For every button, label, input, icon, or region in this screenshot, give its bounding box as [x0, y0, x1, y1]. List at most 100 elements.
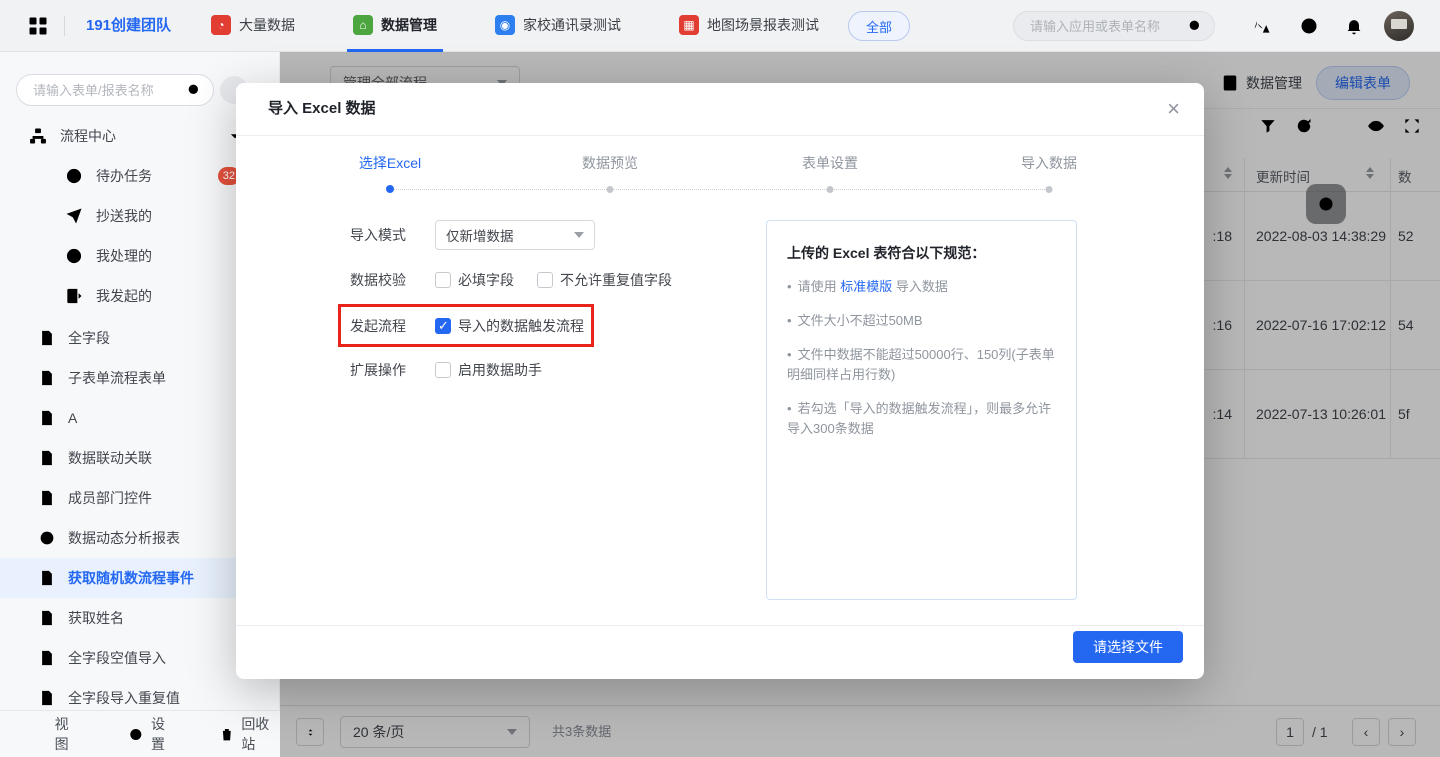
item-label: 全字段 [68, 328, 110, 348]
footer-label: 视图 [55, 714, 81, 754]
footer-label: 设置 [151, 714, 177, 754]
tab-label: 大量数据 [239, 15, 295, 35]
checkbox-unchecked[interactable] [537, 272, 553, 288]
file-icon [38, 649, 56, 667]
item-label: 全字段导入重复值 [68, 688, 180, 708]
step-form-settings[interactable]: 表单设置 [802, 153, 858, 173]
step-dot [827, 186, 834, 193]
spec-item: •请使用 标准模版 导入数据 [787, 277, 1056, 297]
item-label: 待办任务 [96, 166, 152, 186]
tab-map-report-test[interactable]: ▦ 地图场景报表测试 [673, 0, 825, 52]
field-import-mode: 导入模式 仅新增数据 [236, 220, 766, 250]
chevron-down-icon [574, 232, 584, 238]
import-mode-select[interactable]: 仅新增数据 [435, 220, 595, 250]
step-dot [1046, 186, 1053, 193]
checkbox-label: 启用数据助手 [458, 360, 542, 380]
clock-icon [64, 166, 84, 186]
all-apps-button[interactable]: 全部 [848, 11, 910, 41]
tab-label: 数据管理 [381, 15, 437, 35]
step-import-data[interactable]: 导入数据 [1021, 153, 1077, 173]
sidebar-footer: 视图 设置 回收站 [0, 710, 280, 757]
send-icon [64, 286, 84, 306]
checkbox-unchecked[interactable] [435, 362, 451, 378]
target-icon [38, 529, 56, 547]
step-select-excel[interactable]: 选择Excel [359, 153, 421, 173]
bell-icon[interactable] [1344, 16, 1364, 36]
spec-item: •若勾选「导入的数据触发流程」，则最多允许导入300条数据 [787, 399, 1056, 439]
divider [64, 16, 65, 36]
checkbox-unchecked[interactable] [435, 272, 451, 288]
data-assistant-checkbox[interactable]: 启用数据助手 [435, 360, 542, 380]
footer-label: 回收站 [241, 714, 280, 754]
checkbox-label: 必填字段 [458, 270, 514, 290]
field-label: 扩展操作 [350, 360, 406, 380]
app-icon: ◔ [211, 15, 231, 35]
item-label: 全字段空值导入 [68, 648, 166, 668]
tab-label: 地图场景报表测试 [707, 15, 819, 35]
file-icon [38, 569, 56, 587]
tab-label: 家校通讯录测试 [523, 15, 621, 35]
help-icon[interactable] [1299, 16, 1319, 36]
step-dot [386, 185, 394, 193]
check-circle-icon [64, 246, 84, 266]
divider [236, 625, 1204, 626]
item-label: 获取随机数流程事件 [68, 568, 194, 588]
checkbox-label: 导入的数据触发流程 [458, 316, 584, 336]
spec-item: •文件中数据不能超过50000行、150列(子表单明细同样占用行数) [787, 345, 1056, 385]
views-button[interactable]: 视图 [32, 714, 80, 754]
application-window: 191创建团队 ◔ 大量数据 ⌂ 数据管理 ◉ 家校通讯录测试 ▦ 地图场景报表… [0, 0, 1440, 757]
field-extension: 扩展操作 启用数据助手 [236, 355, 766, 385]
item-label: 我发起的 [96, 286, 152, 306]
file-icon [38, 489, 56, 507]
app-search [1013, 11, 1215, 41]
field-label: 导入模式 [350, 225, 406, 245]
item-label: 数据动态分析报表 [68, 528, 180, 548]
item-label: A [68, 410, 77, 426]
trash-icon [219, 726, 235, 743]
team-name[interactable]: 191创建团队 [86, 0, 171, 52]
app-grid-icon[interactable] [26, 14, 50, 38]
avatar[interactable] [1384, 11, 1414, 41]
recycle-bin-button[interactable]: 回收站 [219, 714, 280, 754]
file-icon [38, 369, 56, 387]
bullet: • [787, 347, 792, 362]
field-label: 发起流程 [350, 316, 406, 336]
group-label: 流程中心 [60, 126, 116, 146]
field-start-flow: 发起流程 导入的数据触发流程 [236, 311, 766, 341]
import-mode-value: 仅新增数据 [446, 225, 514, 245]
required-fields-checkbox[interactable]: 必填字段 [435, 270, 514, 290]
bullet: • [787, 279, 792, 294]
translate-icon[interactable] [1252, 16, 1272, 36]
tab-contacts-test[interactable]: ◉ 家校通讯录测试 [489, 0, 627, 52]
spec-title: 上传的 Excel 表符合以下规范： [787, 243, 1056, 263]
trigger-flow-checkbox[interactable]: 导入的数据触发流程 [435, 316, 584, 336]
search-icon [186, 82, 202, 98]
settings-button[interactable]: 设置 [128, 714, 176, 754]
form-search [16, 74, 214, 106]
file-icon [38, 329, 56, 347]
app-search-input[interactable] [1013, 11, 1215, 41]
item-label: 抄送我的 [96, 206, 152, 226]
item-label: 获取姓名 [68, 608, 124, 628]
no-duplicate-checkbox[interactable]: 不允许重复值字段 [537, 270, 672, 290]
item-label: 数据联动关联 [68, 448, 152, 468]
modal-title: 导入 Excel 数据 [268, 83, 376, 135]
choose-file-button[interactable]: 请选择文件 [1073, 631, 1183, 663]
standard-template-link[interactable]: 标准模版 [840, 279, 892, 294]
gear-icon [128, 726, 144, 743]
step-connector [390, 189, 1049, 190]
item-label: 子表单流程表单 [68, 368, 166, 388]
tab-bulk-data[interactable]: ◔ 大量数据 [205, 0, 301, 52]
paper-plane-icon [64, 206, 84, 226]
checkbox-checked[interactable] [435, 318, 451, 334]
step-data-preview[interactable]: 数据预览 [582, 153, 638, 173]
search-icon [1187, 18, 1203, 34]
bullet: • [787, 401, 792, 416]
close-icon[interactable]: × [1167, 96, 1180, 122]
excel-spec-panel: 上传的 Excel 表符合以下规范： •请使用 标准模版 导入数据 •文件大小不… [766, 220, 1077, 600]
spec-item: •文件大小不超过50MB [787, 311, 1056, 331]
file-icon [38, 609, 56, 627]
tab-data-management[interactable]: ⌂ 数据管理 [347, 0, 443, 52]
chart-icon [32, 726, 48, 743]
form-search-input[interactable] [16, 74, 214, 106]
